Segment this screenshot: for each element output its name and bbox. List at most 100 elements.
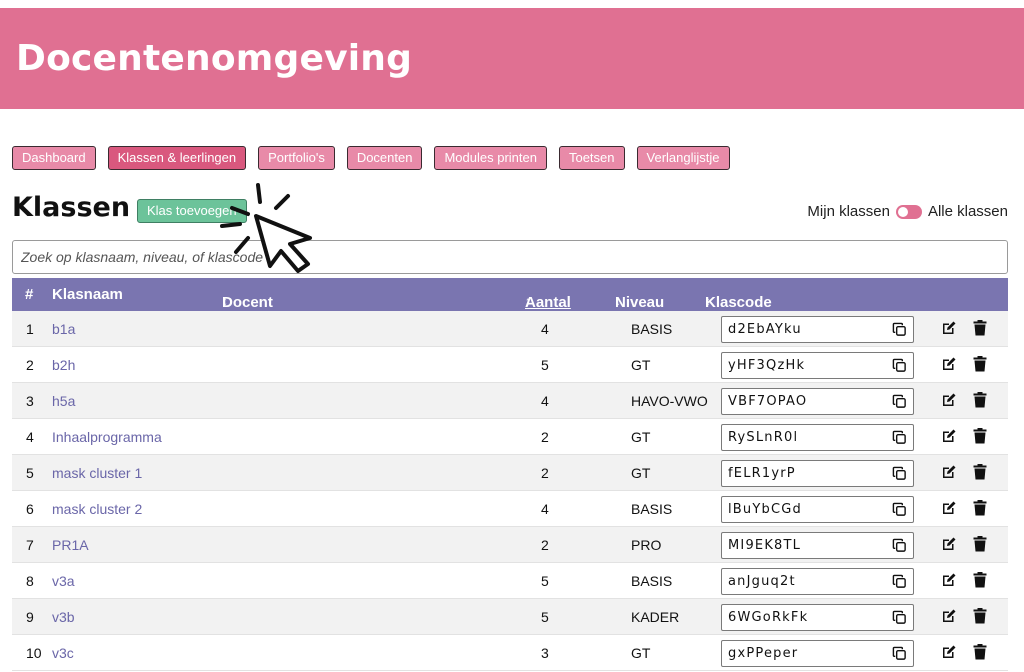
- class-name-link[interactable]: mask cluster 2: [52, 501, 142, 517]
- copy-icon[interactable]: [892, 646, 907, 661]
- class-name-link[interactable]: v3b: [52, 609, 75, 625]
- class-name-link[interactable]: mask cluster 1: [52, 465, 142, 481]
- edit-icon[interactable]: [941, 572, 957, 588]
- class-level: GT: [631, 357, 651, 373]
- student-count: 2: [541, 537, 549, 553]
- classes-table: # Klasnaam ↕ Docent ↕ Aantal ↕ Niveau ↕ Klas…: [12, 278, 1008, 671]
- edit-icon[interactable]: [941, 320, 957, 336]
- class-scope-toggle-group: Mijn klassen Alle klassen: [807, 203, 1008, 220]
- edit-icon[interactable]: [941, 428, 957, 444]
- class-name-link[interactable]: v3a: [52, 573, 75, 589]
- student-count: 4: [541, 321, 549, 337]
- nav-button-toetsen[interactable]: Toetsen: [558, 146, 625, 170]
- trash-icon[interactable]: [973, 644, 987, 660]
- table-row: 8 v3a 5 BASIS anJguq2t: [12, 563, 1008, 599]
- edit-icon[interactable]: [941, 500, 957, 516]
- edit-icon[interactable]: [941, 608, 957, 624]
- edit-icon[interactable]: [941, 536, 957, 552]
- table-row: 1 b1a 4 BASIS d2EbAYku: [12, 311, 1008, 347]
- trash-icon[interactable]: [973, 500, 987, 516]
- nav-button-portfolio-s[interactable]: Portfolio's: [258, 146, 335, 170]
- class-code-field[interactable]: fELR1yrP: [721, 460, 914, 487]
- class-code: lBuYbCGd: [728, 502, 802, 517]
- nav-button-modules-printen[interactable]: Modules printen: [434, 146, 547, 170]
- class-name-link[interactable]: b2h: [52, 357, 75, 373]
- class-code: MI9EK8TL: [728, 538, 802, 553]
- student-count: 2: [541, 465, 549, 481]
- class-name-link[interactable]: b1a: [52, 321, 75, 337]
- table-row: 7 PR1A 2 PRO MI9EK8TL: [12, 527, 1008, 563]
- copy-icon[interactable]: [892, 574, 907, 589]
- trash-icon[interactable]: [973, 320, 987, 336]
- row-number: 9: [26, 609, 34, 625]
- trash-icon[interactable]: [973, 536, 987, 552]
- table-row: 9 v3b 5 KADER 6WGoRkFk: [12, 599, 1008, 635]
- edit-icon[interactable]: [941, 356, 957, 372]
- row-number: 10: [26, 645, 42, 661]
- copy-icon[interactable]: [892, 394, 907, 409]
- class-code-field[interactable]: RySLnR0l: [721, 424, 914, 451]
- class-code-field[interactable]: gxPPeper: [721, 640, 914, 667]
- table-row: 5 mask cluster 1 2 GT fELR1yrP: [12, 455, 1008, 491]
- trash-icon[interactable]: [973, 356, 987, 372]
- copy-icon[interactable]: [892, 430, 907, 445]
- class-name-link[interactable]: h5a: [52, 393, 75, 409]
- table-row: 4 Inhaalprogramma 2 GT RySLnR0l: [12, 419, 1008, 455]
- table-row: 10 v3c 3 GT gxPPeper: [12, 635, 1008, 671]
- trash-icon[interactable]: [973, 392, 987, 408]
- edit-icon[interactable]: [941, 644, 957, 660]
- nav-button-klassen-leerlingen[interactable]: Klassen & leerlingen: [107, 146, 247, 170]
- class-name-link[interactable]: PR1A: [52, 537, 89, 553]
- header-klasnaam[interactable]: Klasnaam: [52, 286, 123, 303]
- page-title: Klassen: [12, 192, 131, 223]
- class-name-link[interactable]: v3c: [52, 645, 74, 661]
- table-header: # Klasnaam ↕ Docent ↕ Aantal ↕ Niveau ↕ Klas…: [12, 278, 1008, 311]
- search-input[interactable]: [12, 240, 1008, 274]
- student-count: 5: [541, 573, 549, 589]
- class-name-link[interactable]: Inhaalprogramma: [52, 429, 162, 445]
- student-count: 4: [541, 393, 549, 409]
- row-number: 5: [26, 465, 34, 481]
- student-count: 4: [541, 501, 549, 517]
- trash-icon[interactable]: [973, 572, 987, 588]
- edit-icon[interactable]: [941, 392, 957, 408]
- class-code: anJguq2t: [728, 574, 796, 589]
- copy-icon[interactable]: [892, 322, 907, 337]
- copy-icon[interactable]: [892, 466, 907, 481]
- row-number: 7: [26, 537, 34, 553]
- class-code-field[interactable]: MI9EK8TL: [721, 532, 914, 559]
- copy-icon[interactable]: [892, 502, 907, 517]
- class-code-field[interactable]: VBF7OPAO: [721, 388, 914, 415]
- app-title: Docentenomgeving: [16, 38, 413, 79]
- toggle-label-mine: Mijn klassen: [807, 203, 890, 220]
- class-level: PRO: [631, 537, 662, 553]
- student-count: 5: [541, 609, 549, 625]
- class-code-field[interactable]: 6WGoRkFk: [721, 604, 914, 631]
- class-code: RySLnR0l: [728, 430, 799, 445]
- class-level: BASIS: [631, 321, 673, 337]
- class-code-field[interactable]: yHF3QzHk: [721, 352, 914, 379]
- class-scope-toggle[interactable]: [895, 204, 922, 219]
- trash-icon[interactable]: [973, 428, 987, 444]
- copy-icon[interactable]: [892, 358, 907, 373]
- add-class-button[interactable]: Klas toevoegen: [137, 199, 247, 223]
- edit-icon[interactable]: [941, 464, 957, 480]
- nav-button-verlanglijstje[interactable]: Verlanglijstje: [636, 146, 730, 170]
- class-level: GT: [631, 429, 651, 445]
- trash-icon[interactable]: [973, 608, 987, 624]
- row-number: 8: [26, 573, 34, 589]
- class-level: BASIS: [631, 573, 673, 589]
- copy-icon[interactable]: [892, 610, 907, 625]
- copy-icon[interactable]: [892, 538, 907, 553]
- class-code-field[interactable]: anJguq2t: [721, 568, 914, 595]
- nav-button-docenten[interactable]: Docenten: [346, 146, 423, 170]
- trash-icon[interactable]: [973, 464, 987, 480]
- class-code-field[interactable]: lBuYbCGd: [721, 496, 914, 523]
- class-code: fELR1yrP: [728, 466, 796, 481]
- nav-button-dashboard[interactable]: Dashboard: [12, 146, 96, 170]
- app-header: Docentenomgeving: [0, 8, 1024, 109]
- class-code-field[interactable]: d2EbAYku: [721, 316, 914, 343]
- class-level: KADER: [631, 609, 680, 625]
- class-level: GT: [631, 465, 651, 481]
- table-row: 6 mask cluster 2 4 BASIS lBuYbCGd: [12, 491, 1008, 527]
